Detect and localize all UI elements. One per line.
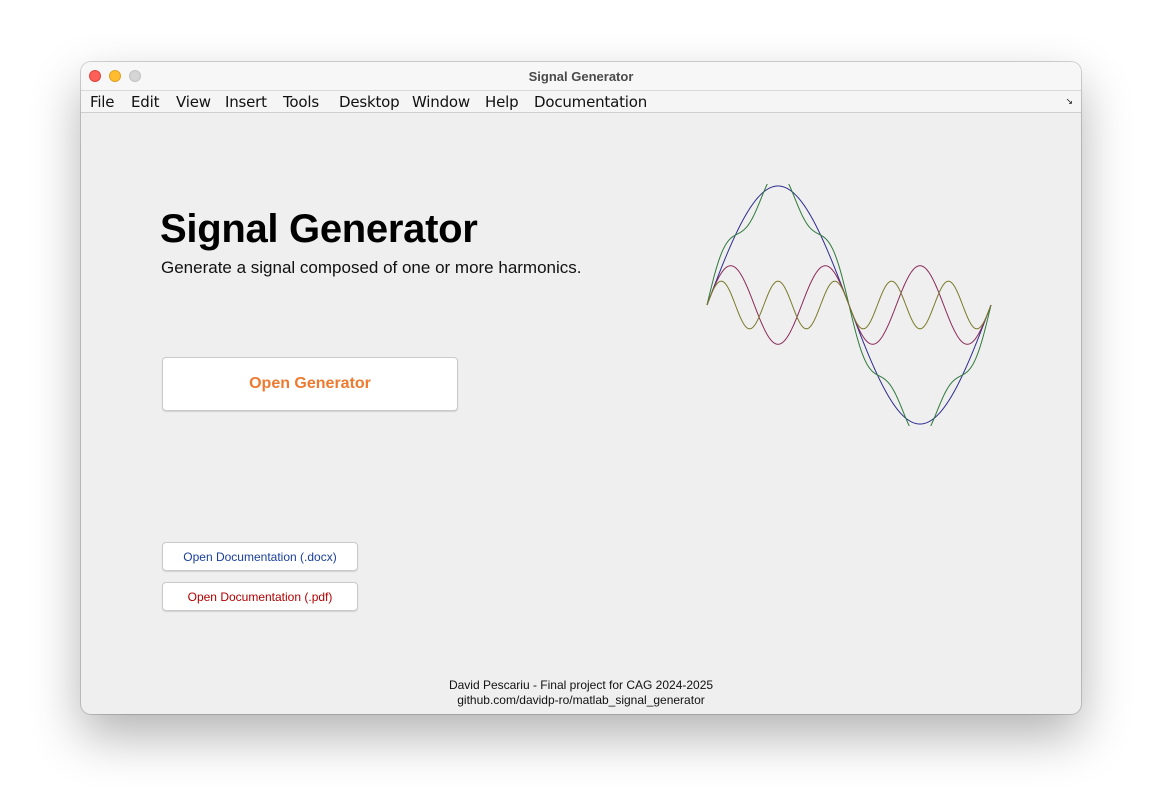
app-window: Signal Generator File Edit View Insert T… [81,62,1081,714]
harmonics-illustration [706,184,992,426]
open-generator-button[interactable]: Open Generator [162,357,458,411]
menu-tools[interactable]: Tools [283,93,319,111]
dock-arrow-icon[interactable]: ↘ [1065,96,1073,107]
menu-bar: File Edit View Insert Tools Desktop Wind… [81,91,1081,113]
footer-repo-link[interactable]: github.com/davidp-ro/matlab_signal_gener… [81,693,1081,707]
menu-insert[interactable]: Insert [225,93,267,111]
app-content: Signal Generator Generate a signal compo… [81,112,1081,714]
menu-documentation[interactable]: Documentation [534,93,647,111]
menu-desktop[interactable]: Desktop [339,93,400,111]
open-pdf-button[interactable]: Open Documentation (.pdf) [162,582,358,611]
app-subtitle: Generate a signal composed of one or mor… [161,258,582,277]
footer-credit: David Pescariu - Final project for CAG 2… [448,678,714,692]
window-title: Signal Generator [528,69,634,84]
menu-view[interactable]: View [176,93,211,111]
menu-edit[interactable]: Edit [131,93,159,111]
wave-harmonic-b [706,280,992,330]
menu-window[interactable]: Window [412,93,470,111]
title-bar: Signal Generator [81,62,1081,91]
app-title: Signal Generator [160,207,478,251]
menu-file[interactable]: File [90,93,115,111]
open-docx-button[interactable]: Open Documentation (.docx) [162,542,358,571]
menu-help[interactable]: Help [485,93,519,111]
